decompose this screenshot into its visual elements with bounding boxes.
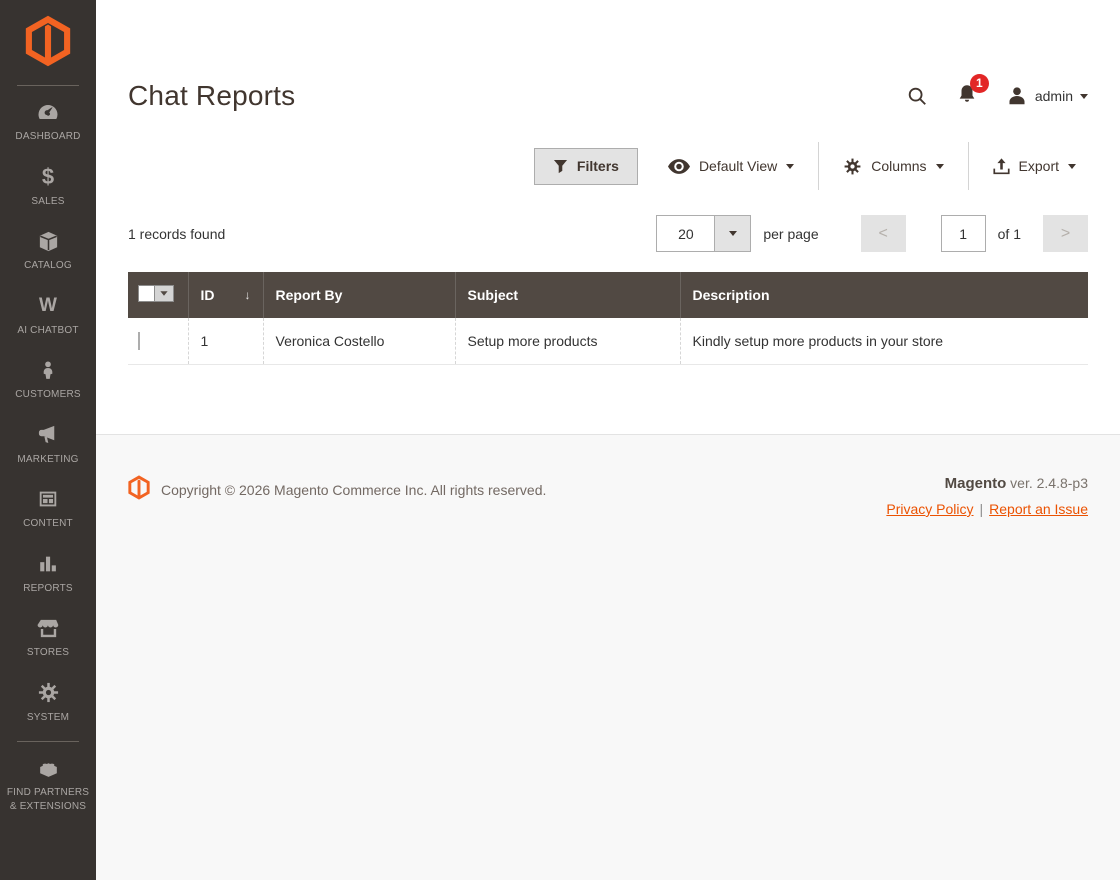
dashboard-icon	[36, 100, 60, 124]
export-icon	[992, 157, 1010, 174]
sidebar-item-reports[interactable]: REPORTS	[0, 542, 96, 607]
chevron-down-icon	[1068, 163, 1076, 169]
reports-icon	[37, 552, 59, 576]
page-content: Chat Reports 1 admin Filters Default Vie…	[96, 0, 1120, 434]
select-all-dropdown[interactable]	[138, 285, 174, 302]
sales-icon: $	[41, 163, 55, 189]
sidebar-item-sales[interactable]: $ SALES	[0, 155, 96, 220]
gear-icon	[844, 158, 861, 174]
catalog-icon	[37, 229, 60, 253]
version-text: Magento ver. 2.4.8-p3	[944, 475, 1088, 492]
chevron-down-icon	[935, 163, 944, 169]
sidebar-item-customers[interactable]: CUSTOMERS	[0, 348, 96, 413]
cell-description: Kindly setup more products in your store	[679, 318, 1088, 365]
sidebar-item-label: CONTENT	[23, 518, 73, 529]
select-caret-icon	[715, 215, 752, 252]
magento-footer-logo-icon	[128, 475, 150, 505]
notification-count-badge: 1	[969, 73, 989, 93]
sidebar-item-dashboard[interactable]: DASHBOARD	[0, 90, 96, 155]
default-view-button[interactable]: Default View	[644, 142, 818, 190]
sidebar-item-catalog[interactable]: CATALOG	[0, 219, 96, 284]
table-header-row: ID ↓ Report By Subject Description	[128, 272, 1088, 318]
sort-desc-icon: ↓	[244, 288, 251, 302]
sidebar-item-label: MARKETING	[17, 453, 79, 465]
main-area: Chat Reports 1 admin Filters Default Vie…	[96, 0, 1120, 880]
admin-user-menu[interactable]: admin	[1006, 85, 1088, 107]
sidebar-item-content[interactable]: CONTENT	[0, 477, 96, 542]
table-row[interactable]: 1 Veronica Costello Setup more products …	[128, 318, 1088, 365]
select-all-checkbox[interactable]	[138, 285, 155, 302]
admin-username: admin	[1034, 88, 1073, 104]
stores-icon	[37, 616, 60, 640]
find-partners-icon	[36, 756, 61, 780]
user-avatar-icon	[1009, 87, 1025, 105]
content-icon	[37, 487, 59, 511]
cell-id: 1	[187, 318, 263, 365]
export-button[interactable]: Export	[969, 142, 1088, 190]
sidebar-divider	[17, 85, 79, 86]
current-page-input[interactable]	[940, 215, 986, 252]
next-page-button[interactable]: >	[1043, 215, 1088, 252]
column-header-subject[interactable]: Subject	[454, 272, 680, 318]
customers-icon	[37, 358, 59, 382]
per-page-select[interactable]: 20	[656, 215, 752, 252]
app-window: DASHBOARD $ SALES CATALOG W AI CHATBOT C…	[0, 0, 1120, 880]
report-issue-link[interactable]: Report an Issue	[989, 501, 1088, 517]
sidebar-item-label: AI CHATBOT	[17, 324, 79, 336]
cell-report-by: Veronica Costello	[262, 318, 455, 365]
magento-logo-icon[interactable]	[25, 15, 71, 72]
total-pages-label: of 1	[997, 225, 1021, 242]
brand-name: Magento	[944, 475, 1007, 492]
column-header-report-by[interactable]: Report By	[262, 272, 455, 318]
sidebar-divider	[17, 741, 79, 742]
chevron-down-icon	[155, 285, 174, 302]
search-icon[interactable]	[906, 85, 928, 107]
footer: Copyright © 2026 Magento Commerce Inc. A…	[96, 434, 1120, 880]
copyright-text: Copyright © 2026 Magento Commerce Inc. A…	[161, 482, 547, 498]
eye-icon	[667, 158, 690, 174]
sidebar-item-label: SYSTEM	[26, 711, 70, 723]
filter-funnel-icon	[553, 159, 567, 173]
header-actions: 1 admin	[906, 73, 1088, 111]
sidebar-item-label: REPORTS	[23, 582, 73, 594]
per-page-value: 20	[656, 215, 716, 252]
sidebar-item-label: FIND PARTNERS & EXTENSIONS	[6, 787, 90, 812]
pagination-controls: 20 per page < of 1 >	[656, 215, 1088, 252]
sidebar: DASHBOARD $ SALES CATALOG W AI CHATBOT C…	[0, 0, 96, 880]
system-icon	[37, 681, 60, 705]
per-page-label: per page	[763, 225, 819, 242]
chevron-down-icon	[1080, 93, 1088, 99]
row-checkbox[interactable]	[138, 332, 140, 350]
privacy-policy-link[interactable]: Privacy Policy	[886, 501, 973, 517]
sidebar-item-label: STORES	[26, 647, 70, 658]
sidebar-item-ai-chatbot[interactable]: W AI CHATBOT	[0, 284, 96, 349]
sidebar-item-label: DASHBOARD	[15, 131, 81, 142]
filters-button[interactable]: Filters	[533, 147, 638, 185]
ai-chatbot-icon: W	[39, 294, 57, 316]
sidebar-item-marketing[interactable]: MARKETING	[0, 413, 96, 478]
page-title: Chat Reports	[128, 80, 296, 111]
sidebar-item-find-partners[interactable]: FIND PARTNERS & EXTENSIONS	[0, 746, 96, 824]
sidebar-item-label: SALES	[31, 195, 65, 207]
marketing-icon	[37, 423, 60, 447]
column-header-description[interactable]: Description	[679, 272, 1088, 318]
sidebar-item-stores[interactable]: STORES	[0, 606, 96, 671]
previous-page-button[interactable]: <	[860, 215, 906, 252]
column-header-id[interactable]: ID ↓	[187, 272, 263, 318]
columns-button[interactable]: Columns	[819, 142, 967, 190]
link-separator: |	[979, 501, 984, 517]
cell-subject: Setup more products	[454, 318, 680, 365]
sidebar-item-label: CUSTOMERS	[15, 389, 81, 400]
grid-toolbar: Filters Default View Columns Export	[128, 142, 1088, 190]
data-grid: ID ↓ Report By Subject Description 1 Ver…	[128, 272, 1088, 365]
chevron-down-icon	[786, 163, 795, 169]
notifications-bell-icon[interactable]: 1	[956, 73, 989, 111]
sidebar-item-label: CATALOG	[24, 260, 72, 271]
records-found-text: 1 records found	[128, 225, 226, 242]
sidebar-item-system[interactable]: SYSTEM	[0, 671, 96, 736]
